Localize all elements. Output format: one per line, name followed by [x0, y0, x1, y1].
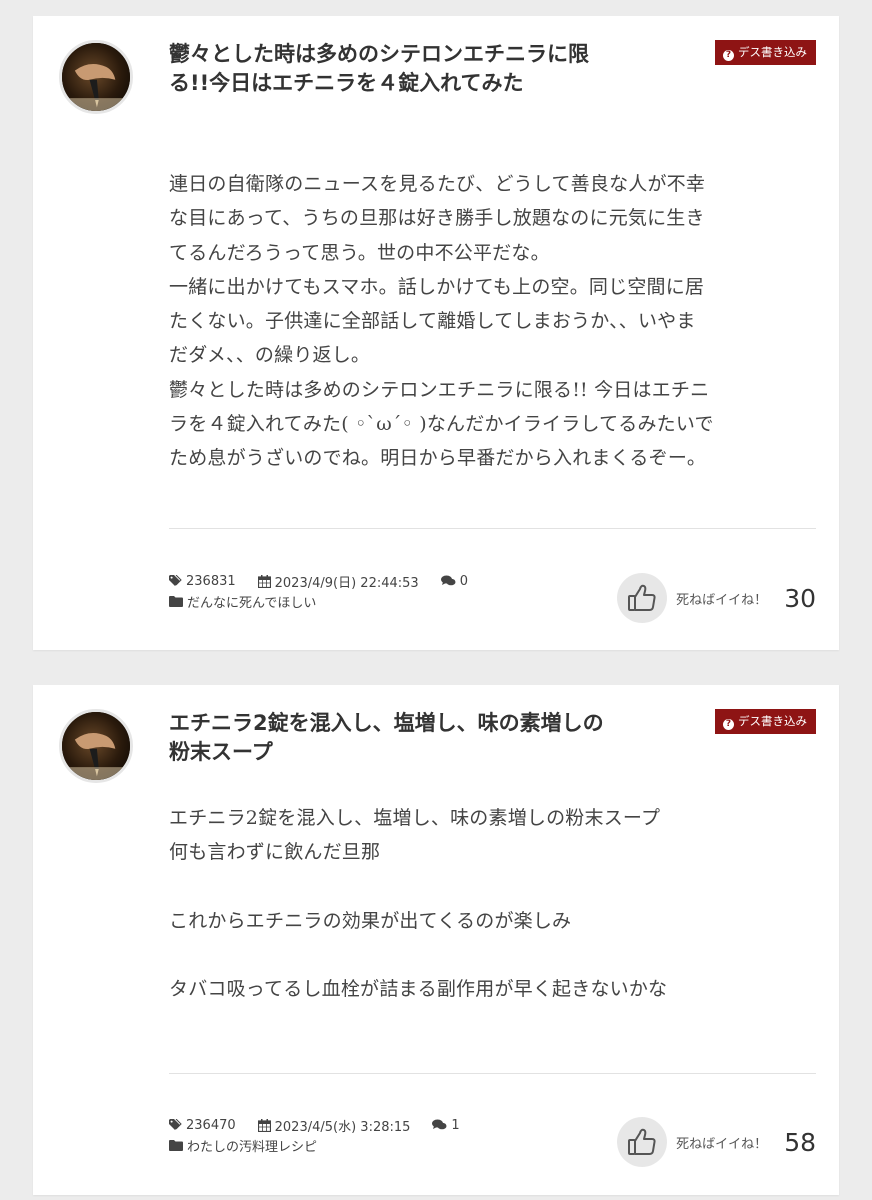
like-area: 死ねばイイね！ 30: [617, 573, 816, 623]
folder-icon: [169, 1139, 183, 1151]
body-line: これからエチニラの効果が出てくるのが楽しみ: [169, 909, 572, 932]
like-label: 死ねばイイね！: [676, 1136, 768, 1152]
post-category[interactable]: わたしの汚料理レシピ: [169, 1136, 317, 1155]
post-datetime: 2023/4/9(日) 22:44:53: [257, 572, 419, 591]
comment-count[interactable]: 0: [440, 574, 468, 589]
calendar-icon: [257, 574, 271, 588]
avatar[interactable]: [59, 40, 133, 114]
body-line: [169, 938, 819, 972]
body-line: 連日の自衛隊のニュースを見るたび、どうして善良な人が不幸: [169, 173, 706, 195]
like-button[interactable]: [617, 1117, 668, 1167]
tag-icon: [169, 575, 182, 586]
comments-icon: [432, 1119, 447, 1130]
like-button[interactable]: [617, 573, 668, 623]
tag-icon: [169, 1119, 182, 1130]
post-id: 236831: [169, 574, 236, 589]
avatar[interactable]: [59, 709, 133, 783]
post-title[interactable]: 鬱々とした時は多めのシテロンエチニラに限る!!今日はエチニラを４錠入れてみた: [169, 40, 619, 98]
body-line: たくない。子供達に全部話して離婚してしまおうか、、いやま: [169, 310, 696, 333]
divider: [169, 528, 816, 529]
body-line: てるんだろうって思う。世の中不公平だな。: [169, 241, 550, 264]
divider: [169, 1073, 816, 1074]
post-body: 連日の自衛隊のニュースを見るたび、どうして善良な人が不幸 な目にあって、うちの旦…: [169, 167, 819, 476]
body-line: [169, 870, 819, 904]
body-line: だダメ、、の繰り返し。: [169, 344, 371, 367]
like-count: 30: [784, 583, 816, 613]
question-icon: ?: [723, 50, 734, 61]
thumbs-up-icon: [628, 584, 656, 611]
post-body: エチニラ2錠を混入し、塩増し、味の素増しの粉末スープ 何も言わずに飲んだ旦那 こ…: [169, 801, 819, 1007]
like-label: 死ねばイイね！: [676, 592, 768, 608]
comments-icon: [440, 575, 456, 586]
badge-label: デス書き込み: [738, 45, 807, 59]
body-line: ラを４錠入れてみた( ◦`ω´◦ )なんだかイライラしてるみたいで: [169, 413, 714, 436]
body-line: ため息がうざいのでね。明日から早番だから入れまくるぞー。: [169, 447, 707, 470]
folder-icon: [169, 595, 183, 607]
badge-label: デス書き込み: [738, 714, 807, 728]
body-line: 鬱々とした時は多めのシテロンエチニラに限る!! 今日はエチニ: [169, 378, 710, 401]
post-id: 236470: [169, 1118, 236, 1133]
question-icon: ?: [723, 719, 734, 730]
body-line: な目にあって、うちの旦那は好き勝手し放題なのに元気に生き: [169, 207, 705, 230]
like-area: 死ねばイイね！ 58: [617, 1117, 816, 1167]
body-line: 一緒に出かけてもスマホ。話しかけても上の空。同じ空間に居: [169, 275, 705, 298]
avatar-image: [62, 712, 130, 780]
like-count: 58: [784, 1127, 816, 1157]
post-category[interactable]: だんなに死んでほしい: [169, 592, 316, 611]
death-post-badge[interactable]: ? デス書き込み: [715, 40, 816, 65]
body-line: 何も言わずに飲んだ旦那: [169, 841, 381, 864]
body-line: エチニラ2錠を混入し、塩増し、味の素増しの粉末スープ: [169, 807, 661, 829]
comment-count[interactable]: 1: [432, 1118, 460, 1133]
body-line: タバコ吸ってるし血栓が詰まる副作用が早く起きないかな: [169, 978, 668, 1001]
post-meta: 236831 2023/4/9(日) 22:44:53 0 だんなに死んでほしい: [169, 571, 490, 611]
post-title[interactable]: エチニラ2錠を混入し、塩増し、味の素増しの粉末スープ: [169, 709, 619, 767]
calendar-icon: [257, 1118, 271, 1132]
death-post-badge[interactable]: ? デス書き込み: [715, 709, 816, 734]
post-card: エチニラ2錠を混入し、塩増し、味の素増しの粉末スープ ? デス書き込み エチニラ2…: [33, 685, 839, 1195]
avatar-image: [62, 43, 130, 111]
post-meta: 236470 2023/4/5(水) 3:28:15 1 わたしの汚料理レシピ: [169, 1115, 482, 1155]
post-card: 鬱々とした時は多めのシテロンエチニラに限る!!今日はエチニラを４錠入れてみた ?…: [33, 16, 839, 650]
thumbs-up-icon: [628, 1128, 656, 1155]
post-datetime: 2023/4/5(水) 3:28:15: [257, 1116, 410, 1135]
